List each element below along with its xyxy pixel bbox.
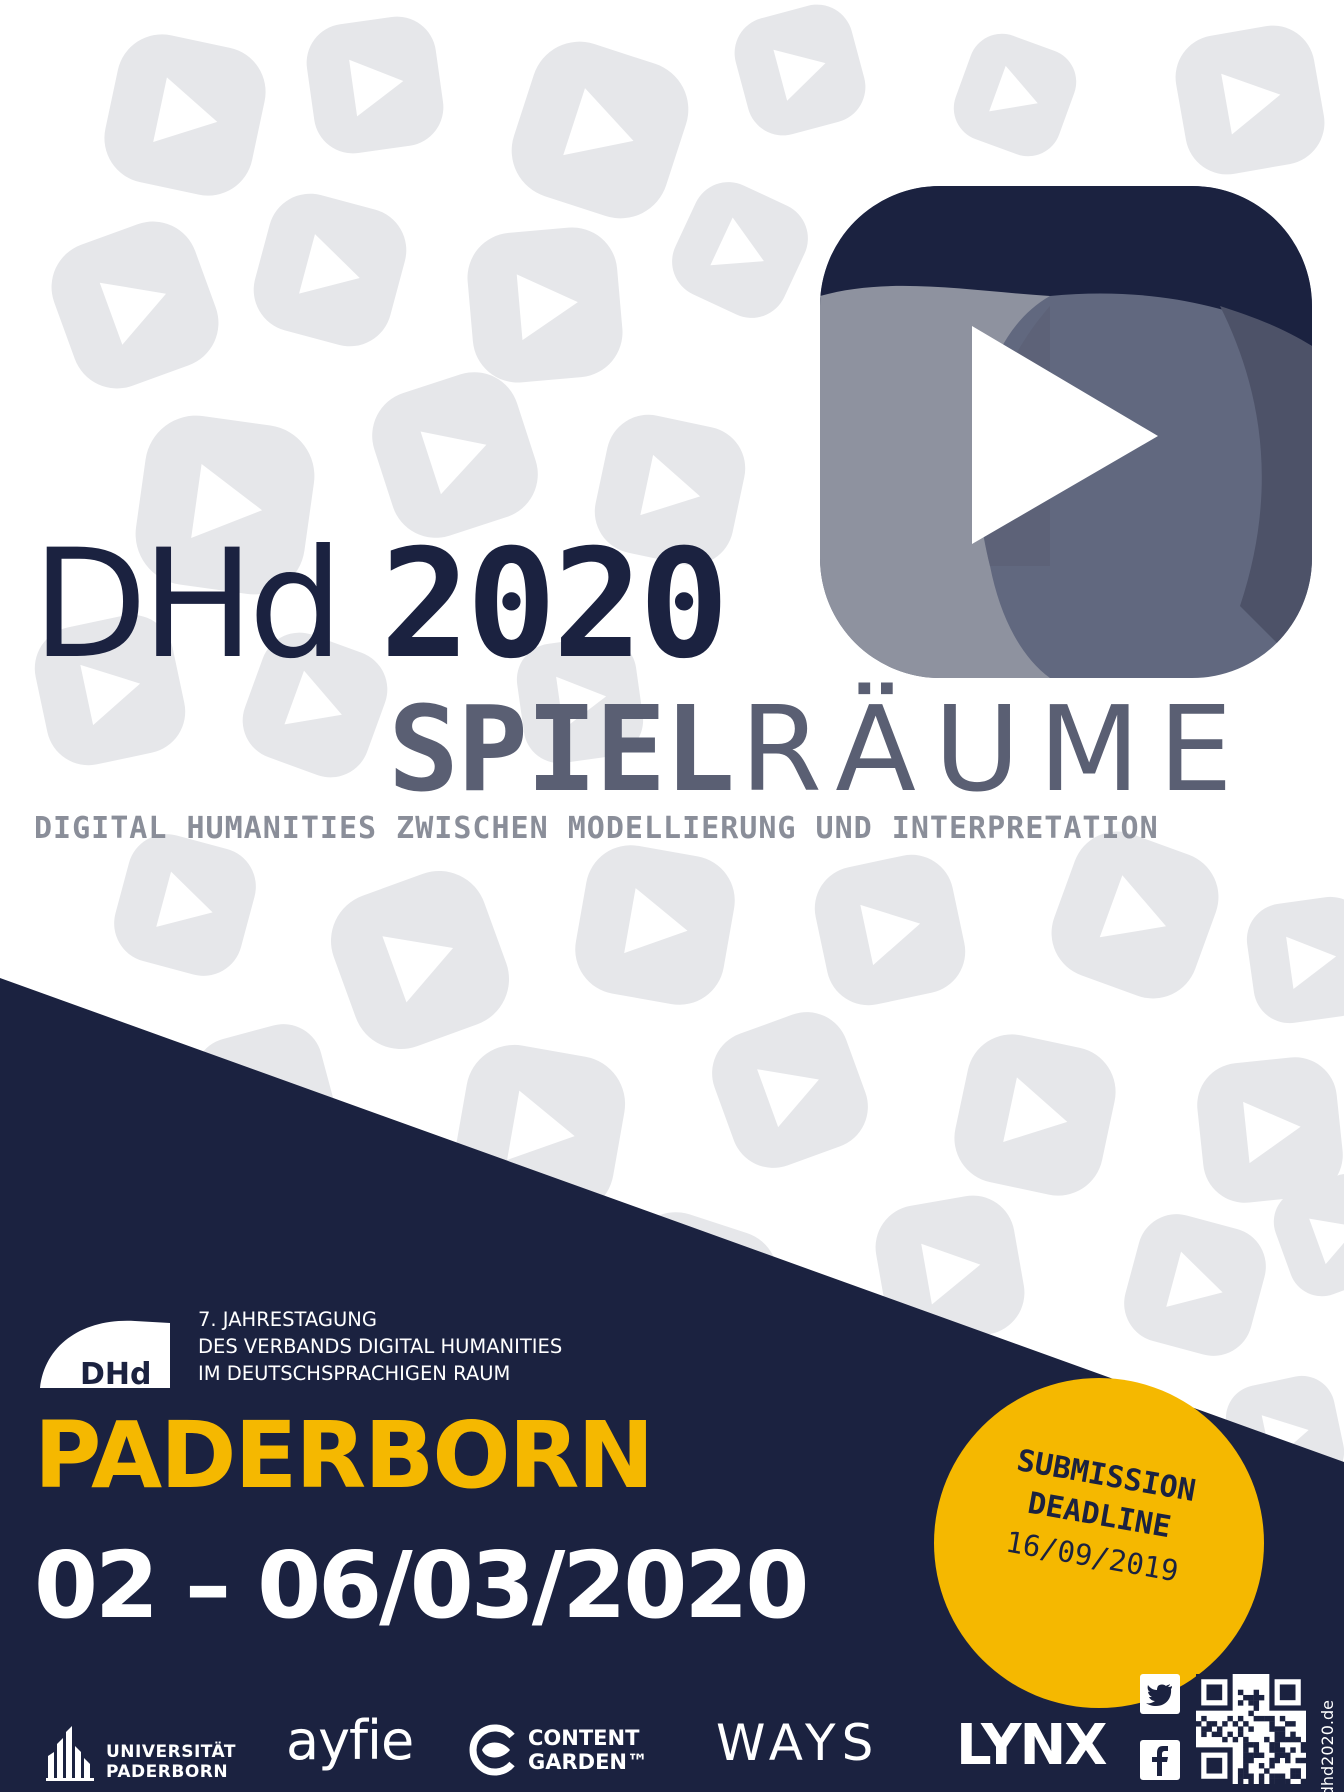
sponsor-ways: WAYS (716, 1714, 880, 1772)
association-info: 7. JAHRESTAGUNG DES VERBANDS DIGITAL HUM… (198, 1306, 562, 1387)
cg-line-2: GARDEN™ (528, 1750, 649, 1774)
qr-code[interactable] (1196, 1674, 1306, 1784)
association-line-3: IM DEUTSCHSPRACHIGEN RAUM (198, 1362, 511, 1385)
dhd-association-logo: DHd (40, 1320, 170, 1388)
sponsor-uni-paderborn: UNIVERSITÄT PADERBORN (44, 1722, 244, 1782)
play-icon (820, 186, 1312, 678)
content-garden-label: CONTENT GARDEN™ (528, 1726, 648, 1774)
association-line-2: DES VERBANDS DIGITAL HUMANITIES (198, 1335, 563, 1358)
upb-line-1: UNIVERSITÄT (106, 1742, 236, 1762)
content-garden-icon (469, 1724, 515, 1776)
sponsor-lynx: LYNX (956, 1713, 1108, 1778)
subtitle: DIGITAL HUMANITIES ZWISCHEN MODELLIERUNG… (34, 811, 1159, 846)
deadline-badge: SUBMISSION DEADLINE 16/09/2019 (934, 1378, 1264, 1708)
website-url: dhd2020.de (1318, 1700, 1337, 1792)
twitter-icon[interactable] (1140, 1674, 1180, 1714)
poster: DHd 2020 SPIEL RÄUME DIGITAL HUMANITIES … (0, 0, 1344, 1792)
title-year: 2020 (380, 518, 729, 692)
social-links (1140, 1674, 1182, 1784)
event-dates: 02 – 06/03/2020 (34, 1532, 809, 1639)
sponsor-ayfie: ayfie (286, 1709, 414, 1772)
title-dhd: DHd (32, 518, 344, 692)
facebook-icon[interactable] (1140, 1740, 1180, 1780)
dhd-logo-text: DHd (80, 1357, 151, 1388)
sponsor-content-garden: CONTENT GARDEN™ (468, 1724, 688, 1786)
upb-line-2: PADERBORN (106, 1762, 229, 1782)
title-spiel: SPIEL (388, 680, 735, 818)
uni-paderborn-label: UNIVERSITÄT PADERBORN (106, 1742, 236, 1782)
title-raeume: RÄUME (740, 680, 1251, 818)
cg-line-1: CONTENT (528, 1726, 640, 1750)
event-city: PADERBORN (34, 1402, 654, 1509)
association-line-1: 7. JAHRESTAGUNG (198, 1308, 377, 1331)
uni-paderborn-icon (46, 1726, 94, 1781)
